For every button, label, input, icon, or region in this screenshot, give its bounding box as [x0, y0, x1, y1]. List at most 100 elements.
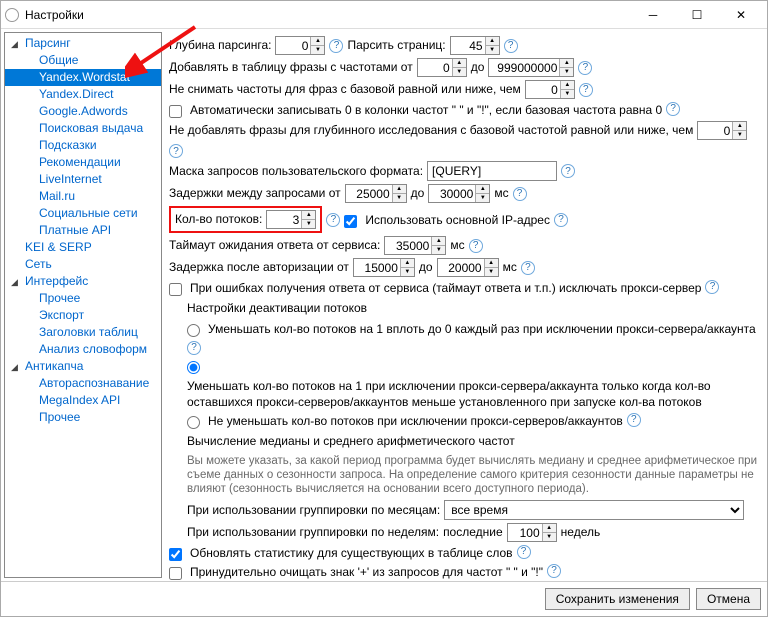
- tree-item[interactable]: Сеть: [5, 256, 161, 273]
- deact-radio-1[interactable]: [187, 324, 200, 337]
- median-header: Вычисление медианы и среднего арифметиче…: [187, 432, 515, 451]
- parse-pages-input[interactable]: ▲▼: [450, 36, 500, 55]
- help-icon[interactable]: ?: [187, 341, 201, 355]
- help-icon[interactable]: ?: [469, 239, 483, 253]
- titlebar: Настройки ─ ☐ ✕: [1, 1, 767, 29]
- timeout-input[interactable]: ▲▼: [384, 236, 446, 255]
- help-icon[interactable]: ?: [554, 213, 568, 227]
- tree-item[interactable]: Подсказки: [5, 137, 161, 154]
- mask-input[interactable]: [427, 161, 557, 181]
- tree-item-label: Анализ словоформ: [39, 342, 147, 356]
- tree-item[interactable]: ◢ Парсинг: [5, 35, 161, 52]
- weeks-input[interactable]: ▲▼: [507, 523, 557, 542]
- tree-item[interactable]: Заголовки таблиц: [5, 324, 161, 341]
- delay-to-input[interactable]: ▲▼: [428, 184, 490, 203]
- tree-item-label: Рекомендации: [39, 155, 121, 169]
- help-icon[interactable]: ?: [705, 280, 719, 294]
- minimize-button[interactable]: ─: [631, 1, 675, 29]
- tree-item-label: LiveInternet: [39, 172, 102, 186]
- auto-zero-checkbox[interactable]: [169, 105, 182, 118]
- tree-item[interactable]: LiveInternet: [5, 171, 161, 188]
- cancel-button[interactable]: Отмена: [696, 588, 761, 610]
- tree-item[interactable]: Прочее: [5, 290, 161, 307]
- timeout-label: Таймаут ожидания ответа от сервиса:: [169, 236, 380, 255]
- no-freq-base-input[interactable]: ▲▼: [525, 80, 575, 99]
- tree-item-label: Подсказки: [39, 138, 97, 152]
- help-icon[interactable]: ?: [547, 564, 561, 578]
- no-deep-base-label: Не добавлять фразы для глубинного исслед…: [169, 121, 693, 140]
- threads-label: Кол-во потоков:: [175, 210, 262, 229]
- tree-item-label: Автораспознавание: [39, 376, 149, 390]
- tree-item[interactable]: MegaIndex API: [5, 392, 161, 409]
- tree-item-label: Заголовки таблиц: [39, 325, 138, 339]
- deact-radio-3[interactable]: [187, 416, 200, 429]
- tree-item-label: Платные API: [39, 223, 111, 237]
- deact-header: Настройки деактивации потоков: [187, 299, 367, 318]
- help-icon[interactable]: ?: [579, 83, 593, 97]
- caret-icon: ◢: [11, 37, 18, 52]
- tree-item[interactable]: Социальные сети: [5, 205, 161, 222]
- update-stats-checkbox[interactable]: [169, 548, 182, 561]
- close-button[interactable]: ✕: [719, 1, 763, 29]
- add-freq-from-input[interactable]: ▲▼: [417, 58, 467, 77]
- help-icon[interactable]: ?: [329, 39, 343, 53]
- nav-tree[interactable]: ◢ Парсинг Общие Yandex.Wordstat Yandex.Direc…: [4, 32, 162, 578]
- tree-item[interactable]: ◢Интерфейс: [5, 273, 161, 290]
- mask-label: Маска запросов пользовательского формата…: [169, 162, 423, 181]
- add-freq-label: Добавлять в таблицу фразы с частотами от: [169, 58, 413, 77]
- tree-item[interactable]: Google.Adwords: [5, 103, 161, 120]
- tree-item-label: Общие: [39, 53, 78, 67]
- settings-panel: Глубина парсинга: ▲▼ ? Парсить страниц: …: [165, 29, 767, 581]
- caret-icon: ◢: [11, 360, 18, 375]
- add-freq-to-input[interactable]: ▲▼: [488, 58, 574, 77]
- auto-zero-label: Автоматически записывать 0 в колонки час…: [190, 102, 662, 118]
- tree-item-label: Парсинг: [25, 36, 71, 50]
- by-week-label: При использовании группировки по неделям…: [187, 523, 439, 542]
- tree-item[interactable]: Поисковая выдача: [5, 120, 161, 137]
- tree-item-label: Yandex.Wordstat: [39, 70, 130, 84]
- tree-item[interactable]: Автораспознавание: [5, 375, 161, 392]
- tree-item[interactable]: Рекомендации: [5, 154, 161, 171]
- tree-item[interactable]: Mail.ru: [5, 188, 161, 205]
- use-main-ip-checkbox[interactable]: [344, 215, 357, 228]
- help-icon[interactable]: ?: [578, 61, 592, 75]
- median-hint: Вы можете указать, за какой период прогр…: [187, 454, 761, 496]
- help-icon[interactable]: ?: [521, 261, 535, 275]
- tree-item-label: Yandex.Direct: [39, 87, 113, 101]
- save-button[interactable]: Сохранить изменения: [545, 588, 690, 610]
- force-clear-checkbox[interactable]: [169, 567, 182, 580]
- tree-item[interactable]: Yandex.Wordstat: [5, 69, 161, 86]
- tree-item[interactable]: Прочее: [5, 409, 161, 426]
- tree-item-label: Прочее: [39, 410, 80, 424]
- tree-item[interactable]: Платные API: [5, 222, 161, 239]
- help-icon[interactable]: ?: [513, 187, 527, 201]
- app-icon: [5, 8, 19, 22]
- settings-window: Настройки ─ ☐ ✕ ◢ Парсинг Общие Yandex.Word…: [0, 0, 768, 617]
- threads-input[interactable]: ▲▼: [266, 210, 316, 229]
- help-icon[interactable]: ?: [666, 102, 680, 116]
- help-icon[interactable]: ?: [326, 213, 340, 227]
- tree-item[interactable]: Yandex.Direct: [5, 86, 161, 103]
- parse-pages-label: Парсить страниц:: [347, 36, 445, 55]
- tree-item[interactable]: Общие: [5, 52, 161, 69]
- help-icon[interactable]: ?: [517, 545, 531, 559]
- auth-to-input[interactable]: ▲▼: [437, 258, 499, 277]
- tree-item-label: Интерфейс: [25, 274, 88, 288]
- auth-from-input[interactable]: ▲▼: [353, 258, 415, 277]
- tree-item[interactable]: ◢Антикапча: [5, 358, 161, 375]
- help-icon[interactable]: ?: [627, 413, 641, 427]
- help-icon[interactable]: ?: [169, 144, 183, 158]
- tree-item[interactable]: Экспорт: [5, 307, 161, 324]
- help-icon[interactable]: ?: [504, 39, 518, 53]
- exclude-proxy-checkbox[interactable]: [169, 283, 182, 296]
- month-select[interactable]: все время: [444, 500, 744, 520]
- maximize-button[interactable]: ☐: [675, 1, 719, 29]
- tree-item[interactable]: KEI & SERP: [5, 239, 161, 256]
- no-deep-base-input[interactable]: ▲▼: [697, 121, 747, 140]
- help-icon[interactable]: ?: [561, 164, 575, 178]
- tree-item[interactable]: Анализ словоформ: [5, 341, 161, 358]
- delay-from-input[interactable]: ▲▼: [345, 184, 407, 203]
- depth-input[interactable]: ▲▼: [275, 36, 325, 55]
- use-main-ip-label: Использовать основной IP-адрес: [365, 212, 550, 228]
- deact-radio-2[interactable]: [187, 361, 200, 374]
